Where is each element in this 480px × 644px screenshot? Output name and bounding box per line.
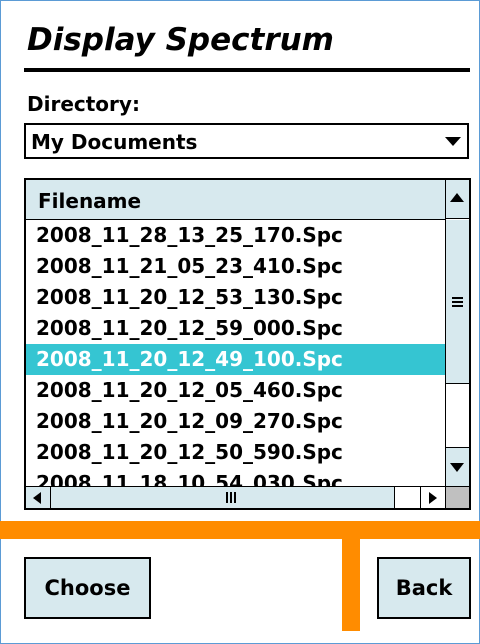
scroll-down-button[interactable]: [446, 447, 469, 486]
orange-divider-vertical: [342, 521, 360, 631]
orange-divider-horizontal: [0, 521, 480, 539]
grip-line: [452, 301, 463, 303]
page-title: Display Spectrum: [27, 22, 334, 58]
vertical-scroll-thumb[interactable]: [446, 220, 469, 384]
list-item[interactable]: 2008_11_18_10_54_030.Spc: [26, 468, 445, 486]
grip-line: [452, 297, 463, 299]
list-item[interactable]: 2008_11_20_12_53_130.Spc: [26, 282, 445, 313]
directory-dropdown[interactable]: My Documents: [24, 123, 469, 159]
list-item[interactable]: 2008_11_20_12_05_460.Spc: [26, 375, 445, 406]
grip-line: [230, 492, 232, 503]
title-divider: [24, 68, 470, 72]
arrow-up-icon: [450, 193, 464, 202]
grip-line: [452, 305, 463, 307]
list-item[interactable]: 2008_11_20_12_50_590.Spc: [26, 437, 445, 468]
list-item[interactable]: 2008_11_20_12_09_270.Spc: [26, 406, 445, 437]
scroll-left-button[interactable]: [26, 487, 51, 508]
scroll-up-button[interactable]: [446, 180, 469, 219]
horizontal-scroll-track[interactable]: [394, 487, 421, 508]
directory-label: Directory:: [27, 92, 140, 116]
scroll-right-button[interactable]: [420, 487, 445, 508]
file-list: Filename 2008_11_28_13_25_170.Spc 2008_1…: [24, 178, 471, 510]
choose-button[interactable]: Choose: [24, 557, 151, 619]
grip-line: [234, 492, 236, 503]
grip-line: [226, 492, 228, 503]
horizontal-scrollbar[interactable]: [26, 486, 445, 508]
column-header-filename[interactable]: Filename: [26, 180, 445, 220]
file-list-rows: 2008_11_28_13_25_170.Spc 2008_11_21_05_2…: [26, 220, 445, 486]
scrollbar-corner: [445, 486, 469, 508]
arrow-left-icon: [33, 492, 41, 504]
column-header-label: Filename: [38, 189, 142, 213]
list-item[interactable]: 2008_11_20_12_49_100.Spc: [26, 344, 445, 375]
list-item[interactable]: 2008_11_20_12_59_000.Spc: [26, 313, 445, 344]
directory-dropdown-value: My Documents: [31, 130, 198, 154]
vertical-scrollbar[interactable]: [445, 180, 469, 486]
chevron-down-icon[interactable]: [445, 137, 461, 146]
arrow-down-icon: [450, 463, 464, 472]
list-item[interactable]: 2008_11_28_13_25_170.Spc: [26, 220, 445, 251]
list-item[interactable]: 2008_11_21_05_23_410.Spc: [26, 251, 445, 282]
back-button[interactable]: Back: [377, 557, 471, 619]
arrow-right-icon: [429, 492, 437, 504]
